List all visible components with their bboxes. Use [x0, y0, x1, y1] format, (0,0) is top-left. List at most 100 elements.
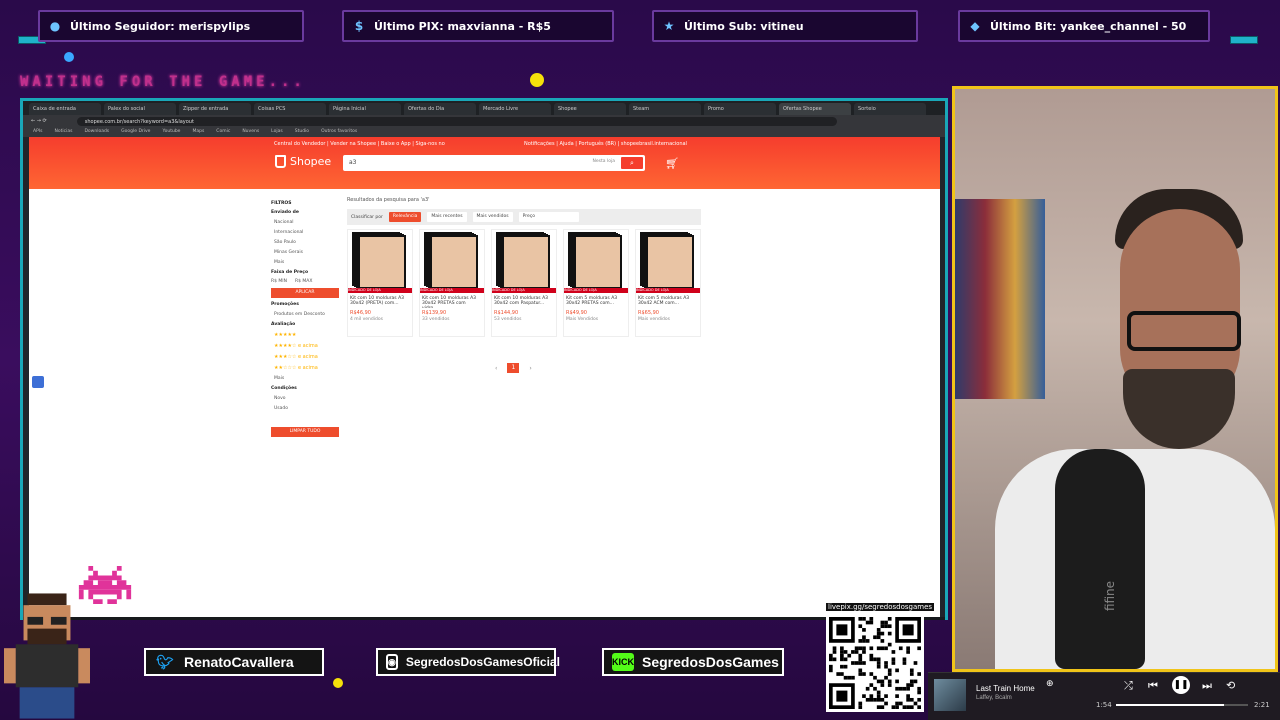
- bookmark-item[interactable]: Maps: [192, 129, 204, 135]
- shopee-logo-text: Shopee: [290, 155, 332, 168]
- album-art: [934, 679, 966, 711]
- bookmark-item[interactable]: Noticias: [54, 129, 72, 135]
- browser-tab[interactable]: Mercado Livre: [479, 103, 551, 115]
- browser-tab[interactable]: Palex do social: [104, 103, 176, 115]
- nav-arrows-icon[interactable]: ← → ⟳: [31, 118, 47, 124]
- shopee-header: Central do Vendedor | Vender na Shopee |…: [29, 137, 940, 189]
- shopee-top-links[interactable]: Central do Vendedor | Vender na Shopee |…: [274, 141, 445, 147]
- bookmark-item[interactable]: Youtube: [162, 129, 180, 135]
- product-card[interactable]: INDICADO DE LOJA Kit com 5 molduras A3 30…: [635, 229, 701, 337]
- search-scope-select[interactable]: Nesta loja: [593, 159, 615, 164]
- waiting-text: WAITING FOR THE GAME...: [20, 74, 306, 90]
- product-sold: Mais Vendidos: [566, 317, 599, 322]
- shuffle-icon[interactable]: ⤮: [1124, 679, 1133, 693]
- sort-best-selling[interactable]: Mais vendidos: [472, 212, 513, 222]
- twitter-icon: 🐦︎: [156, 653, 174, 670]
- next-page-icon[interactable]: ›: [529, 365, 531, 372]
- bookmark-item[interactable]: Nuvens: [242, 129, 259, 135]
- rating-filter[interactable]: ★★★★☆ e acima: [274, 343, 343, 349]
- search-button[interactable]: ⌕: [621, 157, 643, 169]
- app-icon: [32, 376, 44, 388]
- product-image: INDICADO DE LOJA: [564, 230, 628, 294]
- apply-filter-button[interactable]: APLICAR: [271, 288, 339, 298]
- shopee-page: Central do Vendedor | Vender na Shopee |…: [29, 137, 940, 617]
- bookmark-item[interactable]: Lojas: [271, 129, 283, 135]
- condition-checkbox[interactable]: Usado: [274, 406, 343, 411]
- screen-capture: Caixa de entrada Palex do social Zipper de…: [20, 98, 948, 620]
- product-price: R$139,90: [422, 310, 447, 316]
- browser-tab[interactable]: Shopee: [554, 103, 626, 115]
- browser-tab[interactable]: Página Inicial: [329, 103, 401, 115]
- browser-tab[interactable]: Ofertas Shopee: [779, 103, 851, 115]
- product-price: R$49,90: [566, 310, 587, 316]
- pagination: ‹ 1 ›: [495, 363, 532, 373]
- alert-last-bit: ◆ Último Bit: yankee_channel - 50: [958, 10, 1210, 42]
- search-value: a3: [349, 159, 357, 166]
- shopee-top-right[interactable]: Notificações | Ajuda | Português (BR) | …: [524, 141, 687, 147]
- rating-more-link[interactable]: Mais: [274, 376, 343, 381]
- mic-brand: fifine: [1103, 580, 1118, 612]
- browser-tab[interactable]: Sorteio: [854, 103, 926, 115]
- bookmark-item[interactable]: Google Drive: [121, 129, 150, 135]
- rating-filter[interactable]: ★★★☆☆ e acima: [274, 354, 343, 360]
- url-input[interactable]: shopee.com.br/search?keyword=a3&layout: [76, 116, 837, 126]
- alert-text: Último PIX: maxvianna - R$5: [374, 19, 551, 33]
- sort-relevance[interactable]: Relevância: [388, 212, 422, 222]
- bookmark-item[interactable]: Outros favoritos: [321, 129, 357, 135]
- price-max-input[interactable]: R$ MAX: [295, 279, 312, 284]
- promo-checkbox[interactable]: Produtos em Desconto: [274, 312, 343, 317]
- product-name: Kit com 10 molduras A3 30x42 PRETAS com …: [422, 296, 477, 308]
- clear-filters-button[interactable]: LIMPAR TUDO: [271, 427, 339, 437]
- pixel-character-icon: [4, 593, 90, 719]
- prev-page-icon[interactable]: ‹: [495, 365, 497, 372]
- browser-url-bar: ← → ⟳ shopee.com.br/search?keyword=a3&la…: [23, 115, 945, 127]
- browser-tab[interactable]: Steam: [629, 103, 701, 115]
- dollar-icon: $: [354, 19, 364, 33]
- progress-bar[interactable]: [1116, 704, 1248, 706]
- bookmark-item[interactable]: Studio: [295, 129, 309, 135]
- repeat-icon[interactable]: ⟲: [1226, 679, 1235, 692]
- cart-icon[interactable]: 🛒︎: [665, 157, 679, 170]
- conditions-title: Condições: [271, 386, 297, 391]
- add-icon[interactable]: ⊕: [1046, 679, 1054, 689]
- location-checkbox[interactable]: Minas Gerais: [274, 250, 343, 255]
- browser-tab[interactable]: Zipper de entrada: [179, 103, 251, 115]
- next-icon[interactable]: ⏭︎: [1202, 679, 1212, 693]
- rating-filter[interactable]: ★★★★★: [274, 332, 343, 338]
- browser-tab[interactable]: Promo: [704, 103, 776, 115]
- shopee-search-input[interactable]: a3 Nesta loja ⌕: [343, 155, 645, 171]
- product-card[interactable]: INDICADO DE LOJA Kit com 10 molduras A3 3…: [491, 229, 557, 337]
- product-card[interactable]: INDICADO DE LOJA Kit com 5 molduras A3 30…: [563, 229, 629, 337]
- product-image: INDICADO DE LOJA: [636, 230, 700, 294]
- product-tag: INDICADO DE LOJA: [420, 288, 484, 293]
- previous-icon[interactable]: ⏮︎: [1148, 679, 1158, 693]
- sort-price-select[interactable]: Preço: [518, 212, 579, 222]
- product-card[interactable]: INDICADO DE LOJA Kit com 10 molduras A3 3…: [419, 229, 485, 337]
- browser-tab[interactable]: Caixa de entrada: [29, 103, 101, 115]
- sort-recent[interactable]: Mais recentes: [427, 212, 467, 222]
- price-min-input[interactable]: R$ MIN: [271, 279, 287, 284]
- music-player: Last Train Home Laffey, Bcalm ⊕ ⤮ ⏮︎ ❚❚ …: [928, 672, 1280, 720]
- page-current[interactable]: 1: [507, 363, 520, 373]
- product-card[interactable]: INDICADO DE LOJA Kit com 10 molduras A3 3…: [347, 229, 413, 337]
- bookmark-item[interactable]: Downloads: [84, 129, 109, 135]
- sort-bar: Classificar por Relevância Mais recentes…: [347, 209, 701, 225]
- product-name: Kit com 5 molduras A3 30x42 PRETAS com..…: [566, 296, 618, 306]
- product-name: Kit com 10 molduras A3 30x42 com Paspatu…: [494, 296, 549, 306]
- browser-tab[interactable]: Coisas PCS: [254, 103, 326, 115]
- frame-shape: [574, 235, 622, 289]
- pause-icon[interactable]: ❚❚: [1172, 676, 1190, 694]
- location-checkbox[interactable]: Mais: [274, 260, 343, 265]
- user-icon: ●: [49, 19, 61, 33]
- location-checkbox[interactable]: São Paulo: [274, 240, 343, 245]
- bookmark-item[interactable]: APIs: [33, 129, 42, 135]
- location-checkbox[interactable]: Internacional: [274, 230, 343, 235]
- browser-tab[interactable]: Ofertas do Dia: [404, 103, 476, 115]
- price-title: Faixa de Preço: [271, 270, 309, 275]
- condition-checkbox[interactable]: Novo: [274, 396, 343, 401]
- rating-filter[interactable]: ★★☆☆☆ e acima: [274, 365, 343, 371]
- location-checkbox[interactable]: Nacional: [274, 220, 343, 225]
- shopee-logo[interactable]: Shopee: [275, 155, 331, 168]
- bookmark-item[interactable]: Comic: [216, 129, 230, 135]
- diamond-icon: ◆: [970, 19, 980, 33]
